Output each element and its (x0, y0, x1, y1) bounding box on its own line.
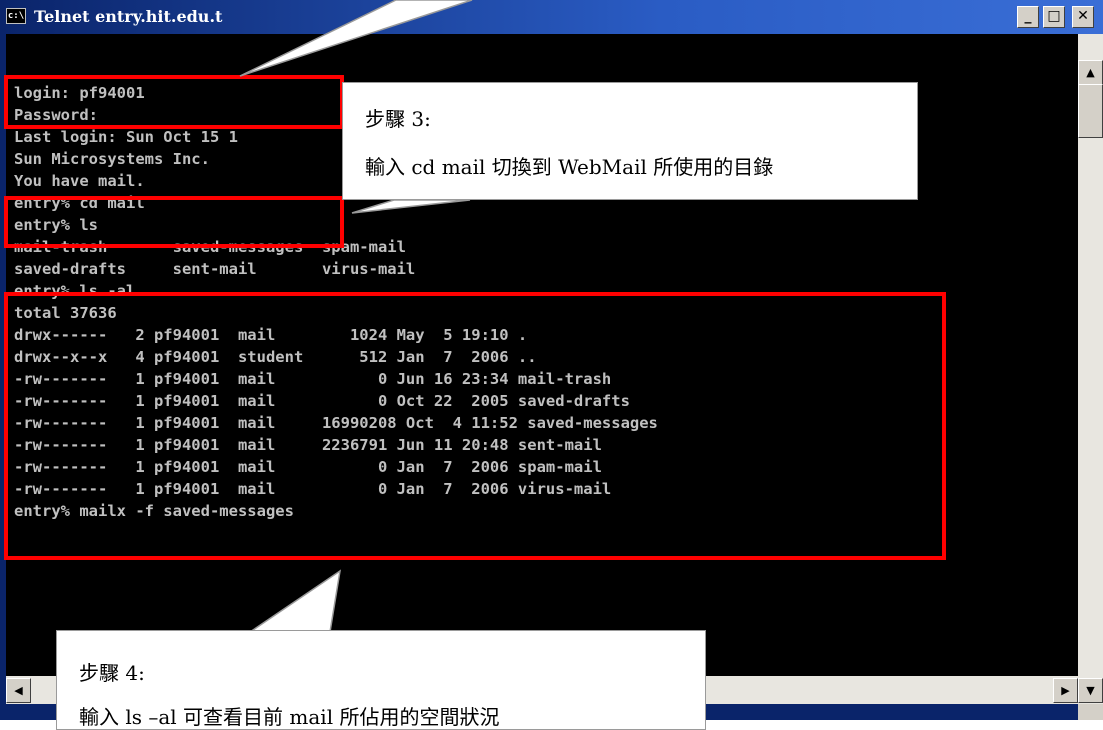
callout-step4-title: 步驟 4: (79, 661, 145, 685)
callout-pointer-top (239, 0, 473, 77)
callout-step4: 步驟 4: 輸入 ls –al 可查看目前 mail 所佔用的空間狀況 (56, 630, 706, 730)
callout-step3-title: 步驟 3: (365, 107, 431, 131)
callout-step3-body: 輸入 cd mail 切換到 WebMail 所使用的目錄 (365, 155, 774, 179)
callout-pointer-step4 (247, 569, 342, 633)
callout-step4-body: 輸入 ls –al 可查看目前 mail 所佔用的空間狀況 (79, 705, 500, 729)
callout-step3: 步驟 3: 輸入 cd mail 切換到 WebMail 所使用的目錄 (342, 82, 918, 200)
callout-pointer-step3 (351, 199, 471, 214)
